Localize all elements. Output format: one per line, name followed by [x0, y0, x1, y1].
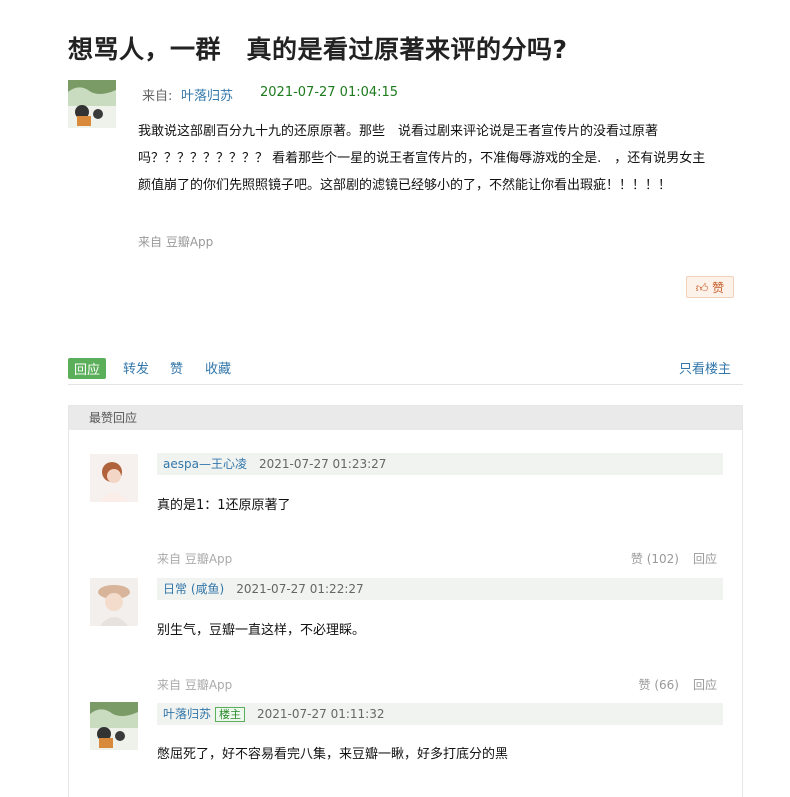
reply-footer: 来自 豆瓣App 赞 (102) 回应 [157, 550, 723, 567]
reply-source: 来自 豆瓣App [157, 678, 233, 692]
owner-badge: 楼主 [215, 707, 246, 722]
reply-meta: 叶落归苏 楼主 2021-07-27 01:11:32 [157, 703, 723, 725]
like-button-label: 赞 [712, 281, 725, 295]
reply-like-count[interactable]: 赞 (66) [639, 678, 679, 692]
reply-author[interactable]: 日常 (咸鱼) [163, 582, 224, 596]
post-time: 2021-07-27 01:04:15 [260, 85, 399, 100]
reply-reply-link[interactable]: 回应 [693, 552, 717, 566]
from-label: 来自: [142, 89, 173, 104]
collect-link[interactable]: 收藏 [205, 358, 231, 377]
best-replies-section: 最赞回应 aespa—王心凌 2021-07-27 01:23:27 真的是1：1… [68, 405, 743, 797]
reply-time: 2021-07-27 01:22:27 [236, 582, 364, 596]
like-link[interactable]: 赞 [170, 358, 183, 377]
thumbs-up-icon: 👍︎ [695, 281, 709, 295]
reply-author[interactable]: aespa—王心凌 [163, 457, 247, 471]
reply-text: 别生气，豆瓣一直这样，不必理睬。 [157, 623, 366, 638]
only-owner-link[interactable]: 只看楼主 [679, 358, 731, 377]
author-link[interactable]: 叶落归苏 [181, 85, 233, 104]
reply-like-count[interactable]: 赞 (102) [631, 552, 679, 566]
forward-link[interactable]: 转发 [123, 358, 149, 377]
reply-author[interactable]: 叶落归苏 [163, 707, 211, 721]
post-title: 想骂人，一群 真的是看过原著来评的分吗? [68, 35, 568, 64]
reply-text: 真的是1：1还原原著了 [157, 498, 291, 513]
post-body-line: 颜值崩了的你们先照照镜子吧。这部剧的滤镜已经够小的了，不然能让你看出瑕疵！！！！… [138, 178, 672, 193]
reply-button[interactable]: 回应 [68, 358, 107, 379]
reply-reply-link[interactable]: 回应 [693, 678, 717, 692]
author-avatar[interactable] [68, 80, 116, 128]
reply-text: 憋屈死了，好不容易看完八集，来豆瓣一瞅，好多打底分的黑 [157, 747, 509, 762]
post-like-button[interactable]: 👍︎ 赞 [686, 276, 734, 298]
reply-avatar[interactable] [90, 702, 138, 750]
post-body: 我敢说这部剧百分九十九的还原原著。那些 说看过剧来评论说是王者宣传片的没看过原著… [138, 118, 748, 199]
reply-meta: 日常 (咸鱼) 2021-07-27 01:22:27 [157, 578, 723, 600]
reply-time: 2021-07-27 01:23:27 [258, 457, 387, 471]
action-bar: 回应 转发 赞 收藏 只看楼主 [68, 356, 743, 385]
post-body-line: 我敢说这部剧百分九十九的还原原著。那些 说看过剧来评论说是王者宣传片的没看过原著 [138, 124, 659, 139]
post-body-line: 吗？？？？？？？？？ 看着那些个一星的说王者宣传片的，不准侮辱游戏的全是. ，还… [138, 151, 706, 166]
post-source: 来自 豆瓣App [138, 235, 214, 249]
best-replies-header: 最赞回应 [69, 406, 742, 430]
reply-avatar[interactable] [90, 454, 138, 502]
reply-avatar[interactable] [90, 578, 138, 626]
reply-meta: aespa—王心凌 2021-07-27 01:23:27 [157, 453, 723, 475]
reply-source: 来自 豆瓣App [157, 552, 233, 566]
reply-footer: 来自 豆瓣App 赞 (66) 回应 [157, 676, 723, 693]
reply-time: 2021-07-27 01:11:32 [257, 707, 385, 721]
